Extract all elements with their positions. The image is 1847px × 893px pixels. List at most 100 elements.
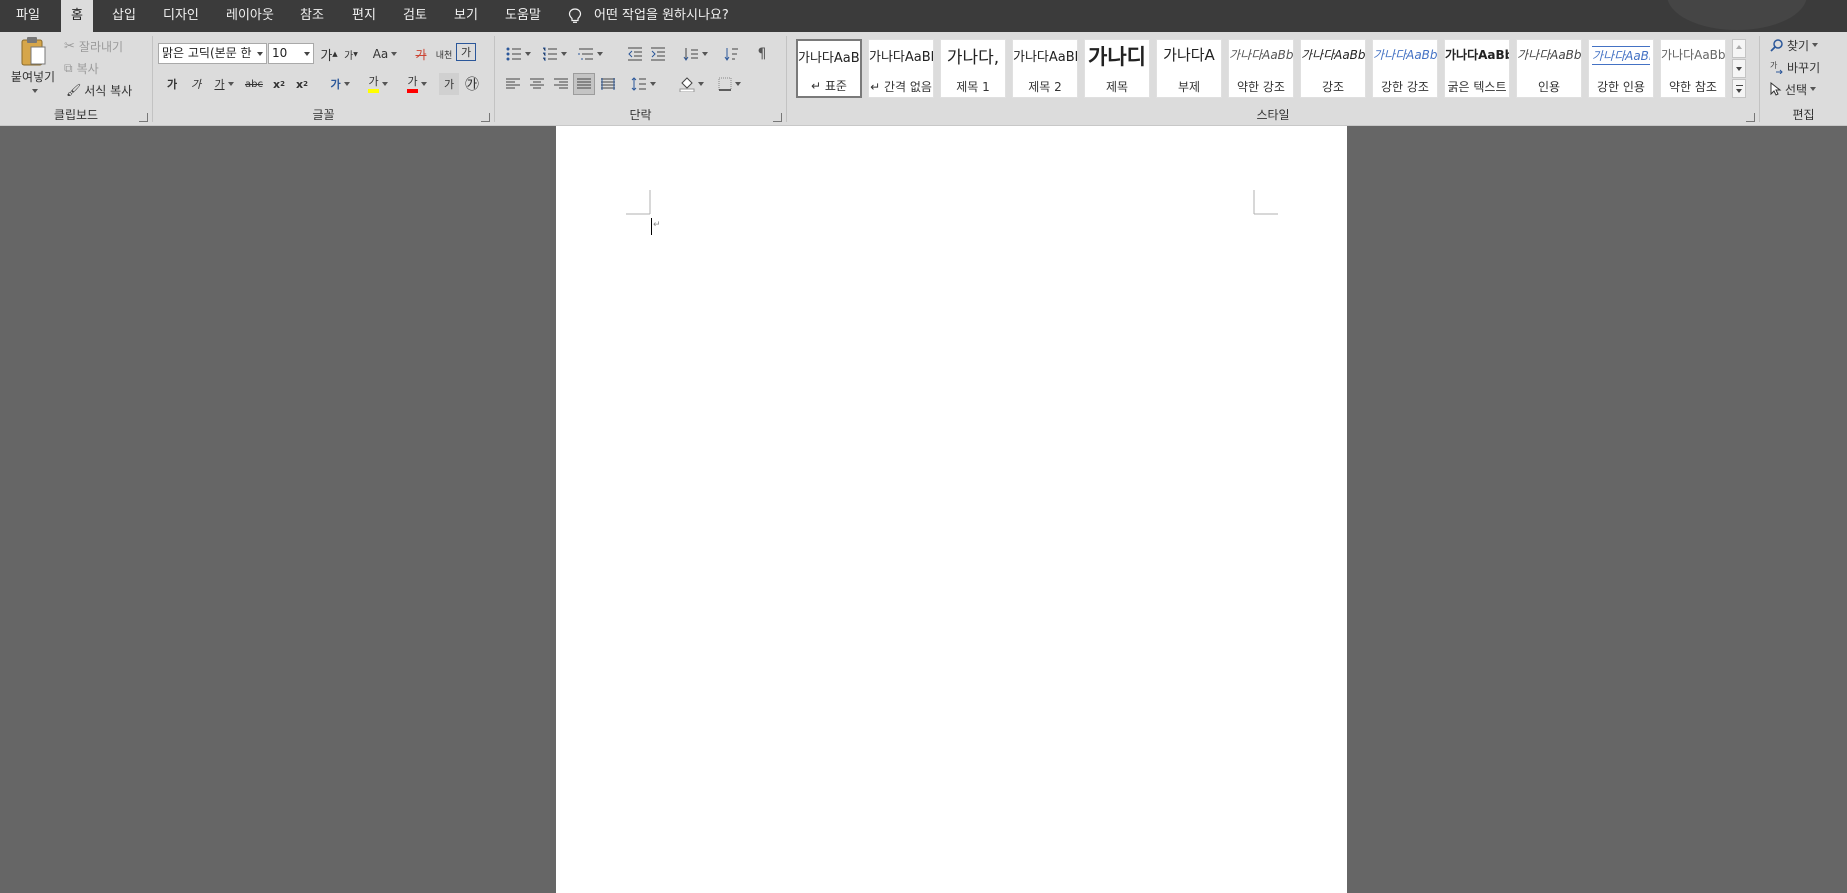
enclose-characters-button[interactable]: ㉮ <box>462 73 482 95</box>
tab-mailings[interactable]: 편지 <box>342 0 386 32</box>
format-painter-label: 서식 복사 <box>84 83 133 98</box>
line-spacing-button[interactable] <box>627 73 659 95</box>
strikethrough-button[interactable]: abc <box>242 73 266 95</box>
sort-icon <box>724 48 738 61</box>
tell-me-search[interactable]: 어떤 작업을 원하시나요? <box>568 0 729 32</box>
find-button[interactable]: 찾기 <box>1770 34 1818 56</box>
italic-button[interactable]: 가 <box>186 73 206 95</box>
select-button[interactable]: 선택 <box>1770 78 1816 100</box>
editing-group-label: 편집 <box>1792 108 1815 122</box>
clipboard-dialog-launcher[interactable] <box>139 113 148 122</box>
paintbrush-icon: 🖌 <box>66 83 82 97</box>
font-name-value: 맑은 고딕(본문 한 <box>162 46 252 60</box>
ribbon-home: 붙여넣기 ✂ 잘라내기 ⧉ 복사 🖌 서식 복사 클립보드 맑은 고딕(본문 한… <box>0 32 1847 126</box>
tab-insert[interactable]: 삽입 <box>102 0 146 32</box>
tab-home[interactable]: 홈 <box>61 0 93 33</box>
grow-font-icon: 가 <box>320 48 333 64</box>
highlight-color-button[interactable]: 가 <box>362 73 394 95</box>
show-hide-marks-button[interactable]: ¶ <box>751 43 773 65</box>
character-shading-button[interactable]: 가 <box>439 73 459 95</box>
find-label: 찾기 <box>1787 38 1810 53</box>
font-color-button[interactable]: 가 <box>401 73 433 95</box>
cut-button[interactable]: ✂ 잘라내기 <box>64 35 123 57</box>
superscript-button[interactable]: x2 <box>292 73 312 95</box>
editing-group: 찾기 가 바꾸기 선택 편집 <box>1760 32 1847 126</box>
distributed-icon <box>601 78 615 90</box>
shrink-font-button[interactable]: 가 ▼ <box>340 43 362 65</box>
lightbulb-icon <box>568 7 582 23</box>
paint-bucket-icon <box>679 77 694 92</box>
character-shading-icon: 가 <box>443 78 455 91</box>
numbering-button[interactable] <box>539 43 569 65</box>
decrease-indent-button[interactable] <box>624 43 646 65</box>
increase-indent-icon <box>651 47 665 61</box>
paragraph-dialog-launcher[interactable] <box>773 113 782 122</box>
cursor-arrow-icon <box>1770 82 1782 96</box>
grow-font-button[interactable]: 가 ▲ <box>318 43 340 65</box>
document-canvas[interactable]: ↵ <box>0 126 1847 893</box>
change-case-button[interactable]: Aa <box>369 43 401 65</box>
bold-button[interactable]: 가 <box>162 73 182 95</box>
align-right-icon <box>554 78 568 89</box>
font-color-icon: 가 <box>407 75 418 93</box>
tab-layout[interactable]: 레이아웃 <box>216 0 284 32</box>
tab-file[interactable]: 파일 <box>6 0 50 32</box>
font-dialog-launcher[interactable] <box>481 113 490 122</box>
phonetic-guide-button[interactable]: 내천 <box>433 43 455 65</box>
italic-icon: 가 <box>190 78 202 91</box>
text-direction-icon <box>683 48 698 61</box>
tab-design[interactable]: 디자인 <box>153 0 209 32</box>
document-page[interactable]: ↵ <box>556 126 1347 893</box>
font-name-combobox[interactable]: 맑은 고딕(본문 한 <box>158 43 267 64</box>
tab-references[interactable]: 참조 <box>290 0 334 32</box>
bold-icon: 가 <box>166 78 178 91</box>
tab-help[interactable]: 도움말 <box>495 0 551 32</box>
shading-button[interactable] <box>675 73 707 95</box>
paste-button[interactable]: 붙여넣기 <box>8 35 58 99</box>
paragraph-group: ¶ 단락 <box>495 32 786 126</box>
underline-button[interactable]: 가 <box>209 73 239 95</box>
format-painter-button[interactable]: 🖌 서식 복사 <box>66 79 132 101</box>
subscript-icon: x <box>273 77 281 91</box>
styles-dialog-launcher[interactable] <box>1746 113 1755 122</box>
clipboard-group-label: 클립보드 <box>53 108 99 122</box>
cut-label: 잘라내기 <box>78 39 124 54</box>
text-direction-button[interactable] <box>679 43 711 65</box>
multilevel-list-icon <box>578 48 593 60</box>
justify-button[interactable] <box>573 73 595 95</box>
subscript-button[interactable]: x2 <box>269 73 289 95</box>
increase-indent-button[interactable] <box>647 43 669 65</box>
borders-icon <box>718 77 731 91</box>
copy-label: 복사 <box>76 61 99 76</box>
decrease-indent-icon <box>628 47 642 61</box>
scissors-icon: ✂ <box>64 38 75 54</box>
clear-formatting-button[interactable]: 가 <box>410 43 432 65</box>
numbered-list-icon <box>542 47 557 61</box>
align-center-button[interactable] <box>527 73 547 95</box>
bullets-button[interactable] <box>503 43 533 65</box>
justify-icon <box>577 78 591 89</box>
font-size-combobox[interactable]: 10 <box>268 43 314 64</box>
paste-dropdown-arrow[interactable] <box>29 83 38 96</box>
character-border-button[interactable]: 가 <box>456 43 476 61</box>
font-name-dropdown-arrow[interactable] <box>254 44 266 63</box>
decorative-background-shape <box>1667 0 1807 30</box>
tab-review[interactable]: 검토 <box>393 0 437 32</box>
borders-button[interactable] <box>713 73 745 95</box>
sort-button[interactable] <box>721 43 743 65</box>
replace-button[interactable]: 가 바꾸기 <box>1770 56 1820 78</box>
text-effects-button[interactable]: 가 <box>325 73 355 95</box>
font-size-dropdown-arrow[interactable] <box>301 44 313 63</box>
align-left-button[interactable] <box>503 73 523 95</box>
copy-button[interactable]: ⧉ 복사 <box>64 57 99 79</box>
align-right-button[interactable] <box>551 73 571 95</box>
font-group-label: 글꼴 <box>312 108 335 122</box>
clear-formatting-icon: 가 <box>415 47 427 62</box>
bullet-list-icon <box>506 47 521 61</box>
distributed-button[interactable] <box>598 73 618 95</box>
multilevel-list-button[interactable] <box>575 43 605 65</box>
paragraph-group-label: 단락 <box>629 108 652 122</box>
tell-me-label: 어떤 작업을 원하시나요? <box>594 8 729 23</box>
tab-view[interactable]: 보기 <box>444 0 488 32</box>
styles-group: 스타일 <box>787 32 1759 126</box>
